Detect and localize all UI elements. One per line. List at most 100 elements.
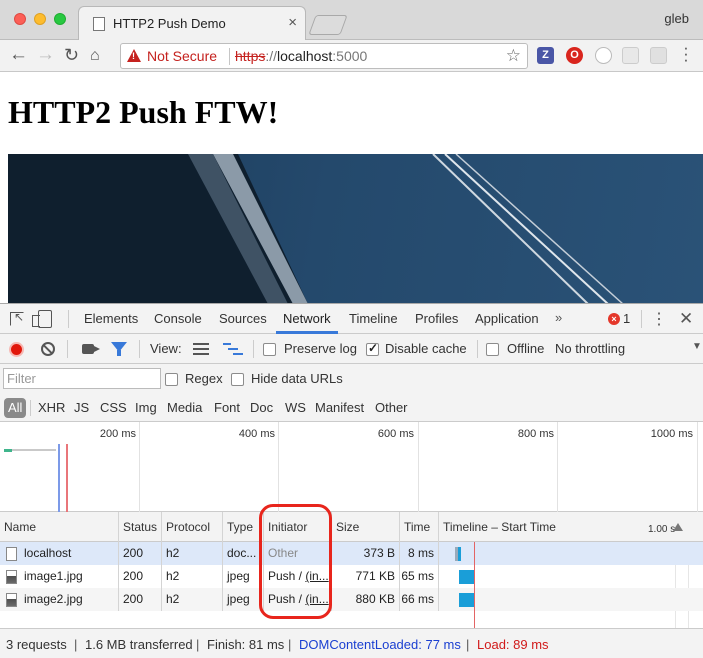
preserve-log-label[interactable]: Preserve log [284,341,357,356]
overview-icon[interactable] [223,343,243,355]
request-initiator[interactable]: Push / (in... [264,588,332,611]
column-header-protocol[interactable]: Protocol [162,512,223,542]
table-row[interactable]: image1.jpg 200 h2 jpeg Push / (in... 771… [0,565,703,588]
extension-page-icon[interactable] [622,47,639,64]
type-filter-media[interactable]: Media [167,398,202,418]
throttling-dropdown-icon[interactable]: ▼ [692,341,702,352]
throttling-select[interactable]: No throttling [555,341,625,356]
initiator-link[interactable]: (in... [305,569,328,583]
image-file-icon [6,570,17,584]
tab-profiles[interactable]: Profiles [415,311,458,326]
initiator-link[interactable]: (in... [305,592,328,606]
profile-name[interactable]: gleb [664,11,689,26]
devtools-menu-icon[interactable]: ⋮ [651,309,667,329]
column-header-initiator[interactable]: Initiator [264,512,332,542]
hide-data-urls-label[interactable]: Hide data URLs [251,371,343,386]
close-window-button[interactable] [14,13,26,25]
forward-arrow-icon[interactable]: → [36,44,55,66]
tab-network[interactable]: Network [283,311,331,326]
type-filter-css[interactable]: CSS [100,398,127,418]
browser-menu-icon[interactable]: · · · [681,39,691,68]
request-name[interactable]: localhost [0,542,119,565]
filter-icon[interactable] [111,342,127,356]
regex-label[interactable]: Regex [185,371,223,386]
divider [30,400,31,416]
column-header-type[interactable]: Type [223,512,264,542]
overview-tick-label: 800 ms [517,428,554,440]
divider [477,340,478,358]
new-tab-button[interactable] [308,15,348,35]
type-filter-font[interactable]: Font [214,398,240,418]
regex-checkbox[interactable] [165,373,178,386]
column-header-time[interactable]: Time [400,512,439,542]
extension-grid-icon[interactable] [650,47,667,64]
request-count: 3 requests [6,637,67,652]
address-divider [229,48,230,65]
request-protocol: h2 [162,542,223,565]
devtools-tab-bar: Elements Console Sources Network Timelin… [0,304,703,334]
offline-checkbox[interactable] [486,343,499,356]
devtools-close-icon[interactable]: ✕ [679,309,693,329]
dom-content-loaded-marker [58,444,60,512]
tab-application[interactable]: Application [475,311,539,326]
devtools-panel: Elements Console Sources Network Timelin… [0,303,703,658]
filter-input[interactable] [3,368,161,389]
type-filter-manifest[interactable]: Manifest [315,398,364,418]
tab-console[interactable]: Console [154,311,202,326]
document-file-icon [6,547,17,561]
table-row[interactable]: image2.jpg 200 h2 jpeg Push / (in... 880… [0,588,703,611]
overview-gridline [139,422,140,512]
address-bar[interactable]: Not Secure https://localhost:5000 ☆ [120,43,528,69]
column-header-name[interactable]: Name [0,512,119,542]
home-icon[interactable]: ⌂ [90,45,100,67]
tab-elements[interactable]: Elements [84,311,138,326]
large-rows-icon[interactable] [193,343,209,355]
offline-label[interactable]: Offline [507,341,544,356]
request-initiator[interactable]: Push / (in... [264,565,332,588]
device-toolbar-icon[interactable] [32,310,52,328]
request-protocol: h2 [162,565,223,588]
more-tabs-icon[interactable]: » [555,310,562,325]
request-name[interactable]: image1.jpg [0,565,119,588]
download-bar [459,593,475,607]
bookmark-star-icon[interactable]: ☆ [506,46,521,66]
network-overview[interactable]: 200 ms 400 ms 600 ms 800 ms 1000 ms [0,422,703,512]
type-filter-img[interactable]: Img [135,398,157,418]
minimize-window-button[interactable] [34,13,46,25]
opera-extension-icon[interactable]: O [566,47,583,64]
browser-tab[interactable]: HTTP2 Push Demo × [78,6,306,41]
tab-sources[interactable]: Sources [219,311,267,326]
error-icon[interactable]: × [608,313,620,325]
type-filter-xhr[interactable]: XHR [38,398,65,418]
error-count[interactable]: 1 [623,311,630,326]
record-button[interactable] [9,342,24,357]
request-time: 8 ms [400,542,439,565]
type-filter-js[interactable]: JS [74,398,89,418]
type-filter-doc[interactable]: Doc [250,398,273,418]
type-filter-ws[interactable]: WS [285,398,306,418]
tab-close-icon[interactable]: × [288,14,297,31]
overview-request-bar [12,449,56,451]
url-text[interactable]: https://localhost:5000 [235,48,367,64]
column-header-status[interactable]: Status [119,512,162,542]
security-label[interactable]: Not Secure [147,48,217,64]
reload-icon[interactable]: ↻ [64,44,79,66]
disable-cache-checkbox[interactable] [366,341,379,356]
request-name[interactable]: image2.jpg [0,588,119,611]
inspect-element-icon[interactable] [10,310,24,326]
extension-circle-icon[interactable] [595,47,612,64]
table-row[interactable]: localhost 200 h2 doc... Other 373 B 8 ms [0,542,703,565]
disable-cache-label[interactable]: Disable cache [385,341,467,356]
clear-button[interactable] [41,342,55,356]
capture-screenshots-icon[interactable] [82,344,100,354]
hide-data-urls-checkbox[interactable] [231,373,244,386]
zoom-window-button[interactable] [54,13,66,25]
type-filter-all[interactable]: All [4,398,27,418]
back-arrow-icon[interactable]: ← [9,44,28,66]
column-header-size[interactable]: Size [332,512,400,542]
tab-timeline[interactable]: Timeline [349,311,398,326]
preserve-log-checkbox[interactable] [263,343,276,356]
type-filter-other[interactable]: Other [375,398,408,418]
sort-ascending-icon[interactable] [673,523,683,531]
zotero-extension-icon[interactable]: Z [537,47,554,64]
